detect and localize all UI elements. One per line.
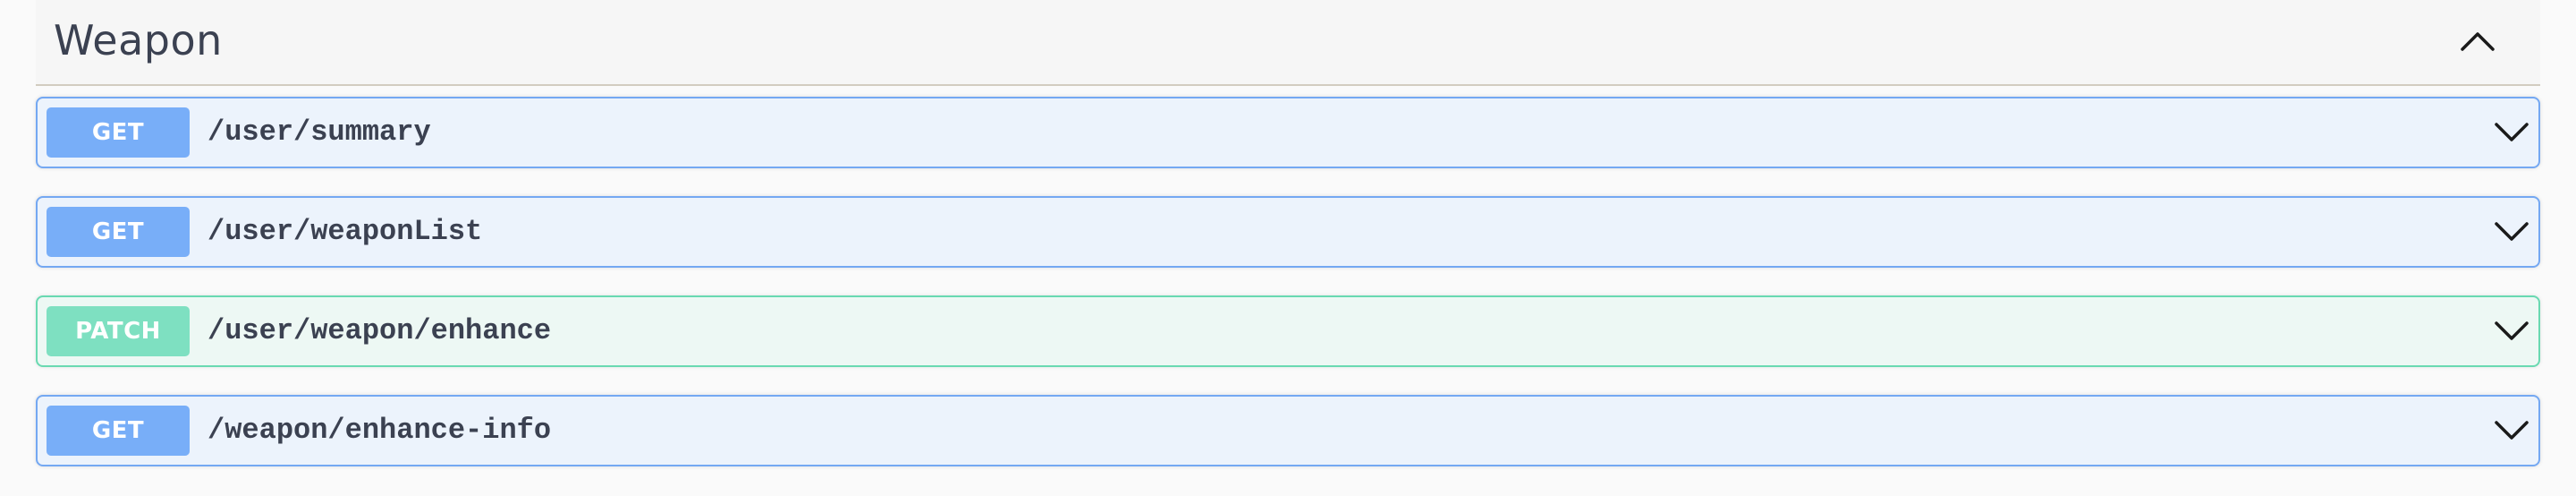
operation-get-weapon-enhance-info[interactable]: GET /weapon/enhance-info bbox=[36, 395, 2540, 466]
chevron-down-icon[interactable] bbox=[2492, 413, 2531, 449]
method-badge: GET bbox=[47, 207, 190, 257]
method-badge: GET bbox=[47, 406, 190, 456]
operation-get-user-weaponlist[interactable]: GET /user/weaponList bbox=[36, 196, 2540, 268]
operation-path: /user/weaponList bbox=[208, 215, 483, 248]
chevron-down-icon[interactable] bbox=[2492, 313, 2531, 349]
method-badge: PATCH bbox=[47, 306, 190, 356]
operation-get-user-summary[interactable]: GET /user/summary bbox=[36, 97, 2540, 168]
chevron-down-icon[interactable] bbox=[2492, 115, 2531, 150]
chevron-up-icon[interactable] bbox=[2458, 21, 2497, 61]
api-section-weapon: Weapon GET /user/summary GET /user/weapo… bbox=[36, 0, 2540, 496]
operation-path: /user/weapon/enhance bbox=[208, 314, 552, 347]
operation-path: /weapon/enhance-info bbox=[208, 414, 552, 447]
operation-patch-user-weapon-enhance[interactable]: PATCH /user/weapon/enhance bbox=[36, 295, 2540, 367]
operation-path: /user/summary bbox=[208, 115, 431, 149]
section-header[interactable]: Weapon bbox=[36, 0, 2540, 86]
section-title: Weapon bbox=[54, 16, 223, 64]
chevron-down-icon[interactable] bbox=[2492, 214, 2531, 250]
method-badge: GET bbox=[47, 107, 190, 158]
